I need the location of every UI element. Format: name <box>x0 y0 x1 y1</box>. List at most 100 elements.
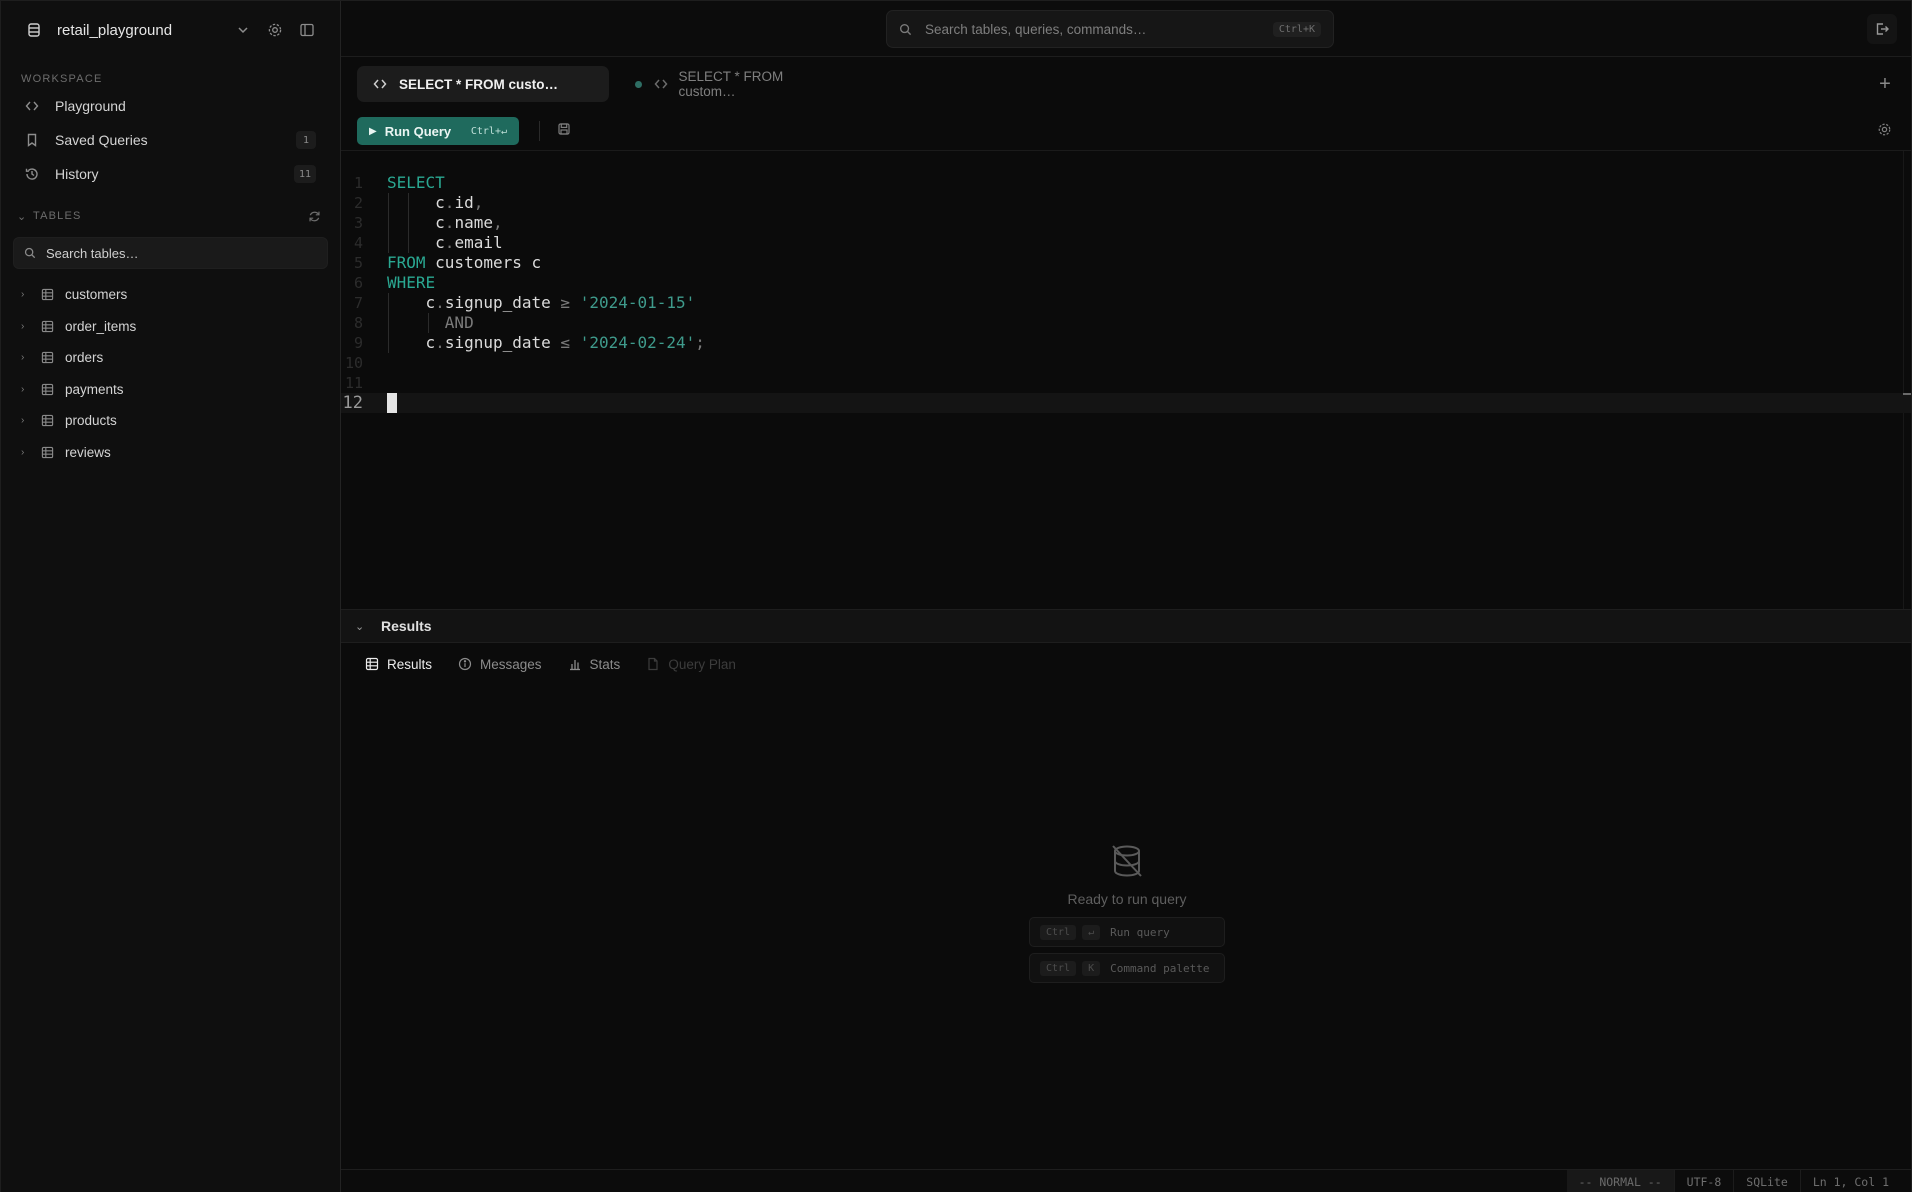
table-icon <box>41 351 55 364</box>
chevron-down-icon[interactable]: ⌄ <box>355 620 373 633</box>
line-number: 1 <box>353 174 363 192</box>
chevron-right-icon[interactable]: › <box>21 321 35 332</box>
database-switcher[interactable]: retail_playground <box>1 1 340 59</box>
sidebar-item-saved-queries[interactable]: Saved Queries 1 <box>1 123 340 157</box>
top-bar: Ctrl+K <box>341 1 1911 57</box>
code-icon <box>654 77 669 91</box>
editor-line[interactable]: 6 WHERE <box>341 273 1911 293</box>
chevron-down-icon: ⌄ <box>17 210 27 223</box>
table-icon <box>41 288 55 301</box>
code-text: AND <box>387 313 474 332</box>
line-number: 12 <box>342 393 363 413</box>
tab-query-2[interactable]: SELECT * FROM custom… <box>619 66 849 102</box>
line-number: 6 <box>353 274 363 292</box>
line-number: 5 <box>353 254 363 272</box>
tab-label: Stats <box>589 656 621 672</box>
info-icon <box>458 657 472 671</box>
key-cap: K <box>1082 960 1101 976</box>
table-item-customers[interactable]: › customers <box>1 279 340 311</box>
editor-line[interactable]: 8 AND <box>341 313 1911 333</box>
scroll-position-marker <box>1903 393 1911 395</box>
table-name: reviews <box>65 444 111 460</box>
code-text: c.id, <box>387 193 484 212</box>
table-search-input[interactable] <box>46 245 306 261</box>
line-number: 3 <box>353 214 363 232</box>
sidebar-item-label: Playground <box>55 98 126 114</box>
tab-query-1[interactable]: SELECT * FROM custo… <box>357 66 609 102</box>
database-off-icon <box>1107 841 1147 881</box>
editor-line[interactable]: 12 <box>341 393 1911 413</box>
add-tab-button[interactable]: + <box>1875 73 1895 96</box>
toolbar-divider <box>539 121 540 141</box>
shortcut-run-query: Ctrl ↵ Run query <box>1029 917 1225 947</box>
table-item-order-items[interactable]: › order_items <box>1 311 340 343</box>
editor-line[interactable]: 1 SELECT <box>341 173 1911 193</box>
tab-results[interactable]: Results <box>365 657 432 672</box>
chevron-right-icon[interactable]: › <box>21 415 35 426</box>
editor-line[interactable]: 9 c.signup_date ≤ '2024-02-24'; <box>341 333 1911 353</box>
table-item-orders[interactable]: › orders <box>1 342 340 374</box>
key-cap: ↵ <box>1082 924 1101 940</box>
sidebar: retail_playground WORKSPACE Playground S… <box>1 1 341 1192</box>
count-badge: 1 <box>296 131 316 149</box>
refresh-icon[interactable] <box>308 208 324 224</box>
sidebar-item-history[interactable]: History 11 <box>1 157 340 191</box>
cursor-position[interactable]: Ln 1, Col 1 <box>1799 1169 1901 1192</box>
sql-editor[interactable]: 1 SELECT 2 c.id, 3 c.name, 4 c.email 5 FROM cu… <box>341 151 1911 609</box>
encoding-indicator[interactable]: UTF-8 <box>1673 1169 1734 1192</box>
editor-settings-icon[interactable] <box>1877 122 1895 140</box>
chevron-right-icon[interactable]: › <box>21 447 35 458</box>
table-item-payments[interactable]: › payments <box>1 374 340 406</box>
code-text: c.signup_date ≥ '2024-01-15' <box>387 293 696 312</box>
editor-line[interactable]: 4 c.email <box>341 233 1911 253</box>
editor-line[interactable]: 3 c.name, <box>341 213 1911 233</box>
chevron-right-icon[interactable]: › <box>21 289 35 300</box>
code-icon <box>25 98 41 114</box>
gear-icon[interactable] <box>262 17 288 43</box>
editor-line[interactable]: 11 <box>341 373 1911 393</box>
editor-line[interactable]: 2 c.id, <box>341 193 1911 213</box>
command-search: Ctrl+K <box>886 10 1334 48</box>
table-item-products[interactable]: › products <box>1 405 340 437</box>
sidebar-toggle-icon[interactable] <box>294 17 320 43</box>
line-number: 4 <box>353 234 363 252</box>
indent-guide <box>408 193 409 253</box>
chevron-down-icon[interactable] <box>230 17 256 43</box>
table-item-reviews[interactable]: › reviews <box>1 437 340 469</box>
editor-line[interactable]: 10 <box>341 353 1911 373</box>
indent-guide <box>428 313 429 333</box>
editor-line[interactable]: 7 c.signup_date ≥ '2024-01-15' <box>341 293 1911 313</box>
chevron-right-icon[interactable]: › <box>21 384 35 395</box>
indent-guide <box>388 193 389 253</box>
table-name: products <box>65 413 117 429</box>
workspace-label: WORKSPACE <box>21 73 103 85</box>
results-panel-header[interactable]: ⌄ Results <box>341 609 1911 643</box>
dialect-indicator[interactable]: SQLite <box>1733 1169 1800 1192</box>
table-icon <box>41 383 55 396</box>
shortcut-description: Run query <box>1110 925 1170 939</box>
tab-messages[interactable]: Messages <box>458 657 542 672</box>
table-name: order_items <box>65 318 137 334</box>
database-name: retail_playground <box>57 21 173 39</box>
shortcut-hint: Ctrl+↵ <box>470 125 507 137</box>
line-number: 2 <box>353 194 363 212</box>
indent-guide <box>388 293 389 353</box>
run-query-button[interactable]: ▶ Run Query Ctrl+↵ <box>357 117 519 145</box>
table-list: › customers › order_items › orders › pay… <box>1 279 340 468</box>
table-name: customers <box>65 287 128 303</box>
sidebar-item-playground[interactable]: Playground <box>1 89 340 123</box>
table-icon <box>41 414 55 427</box>
logout-button[interactable] <box>1867 14 1897 44</box>
save-icon[interactable] <box>557 122 575 140</box>
key-cap: Ctrl <box>1040 924 1077 940</box>
editor-line[interactable]: 5 FROM customers c <box>341 253 1911 273</box>
code-text: c.email <box>387 233 503 252</box>
tab-stats[interactable]: Stats <box>568 656 621 672</box>
app-window: retail_playground WORKSPACE Playground S… <box>0 0 1912 1192</box>
code-text: c.signup_date ≤ '2024-02-24'; <box>387 333 705 352</box>
tab-label: SELECT * FROM custo… <box>399 76 559 92</box>
chevron-right-icon[interactable]: › <box>21 352 35 363</box>
tab-query-plan[interactable]: Query Plan <box>646 657 736 672</box>
tables-section-header[interactable]: ⌄ TABLES <box>1 199 340 233</box>
command-search-input[interactable] <box>925 21 1273 37</box>
